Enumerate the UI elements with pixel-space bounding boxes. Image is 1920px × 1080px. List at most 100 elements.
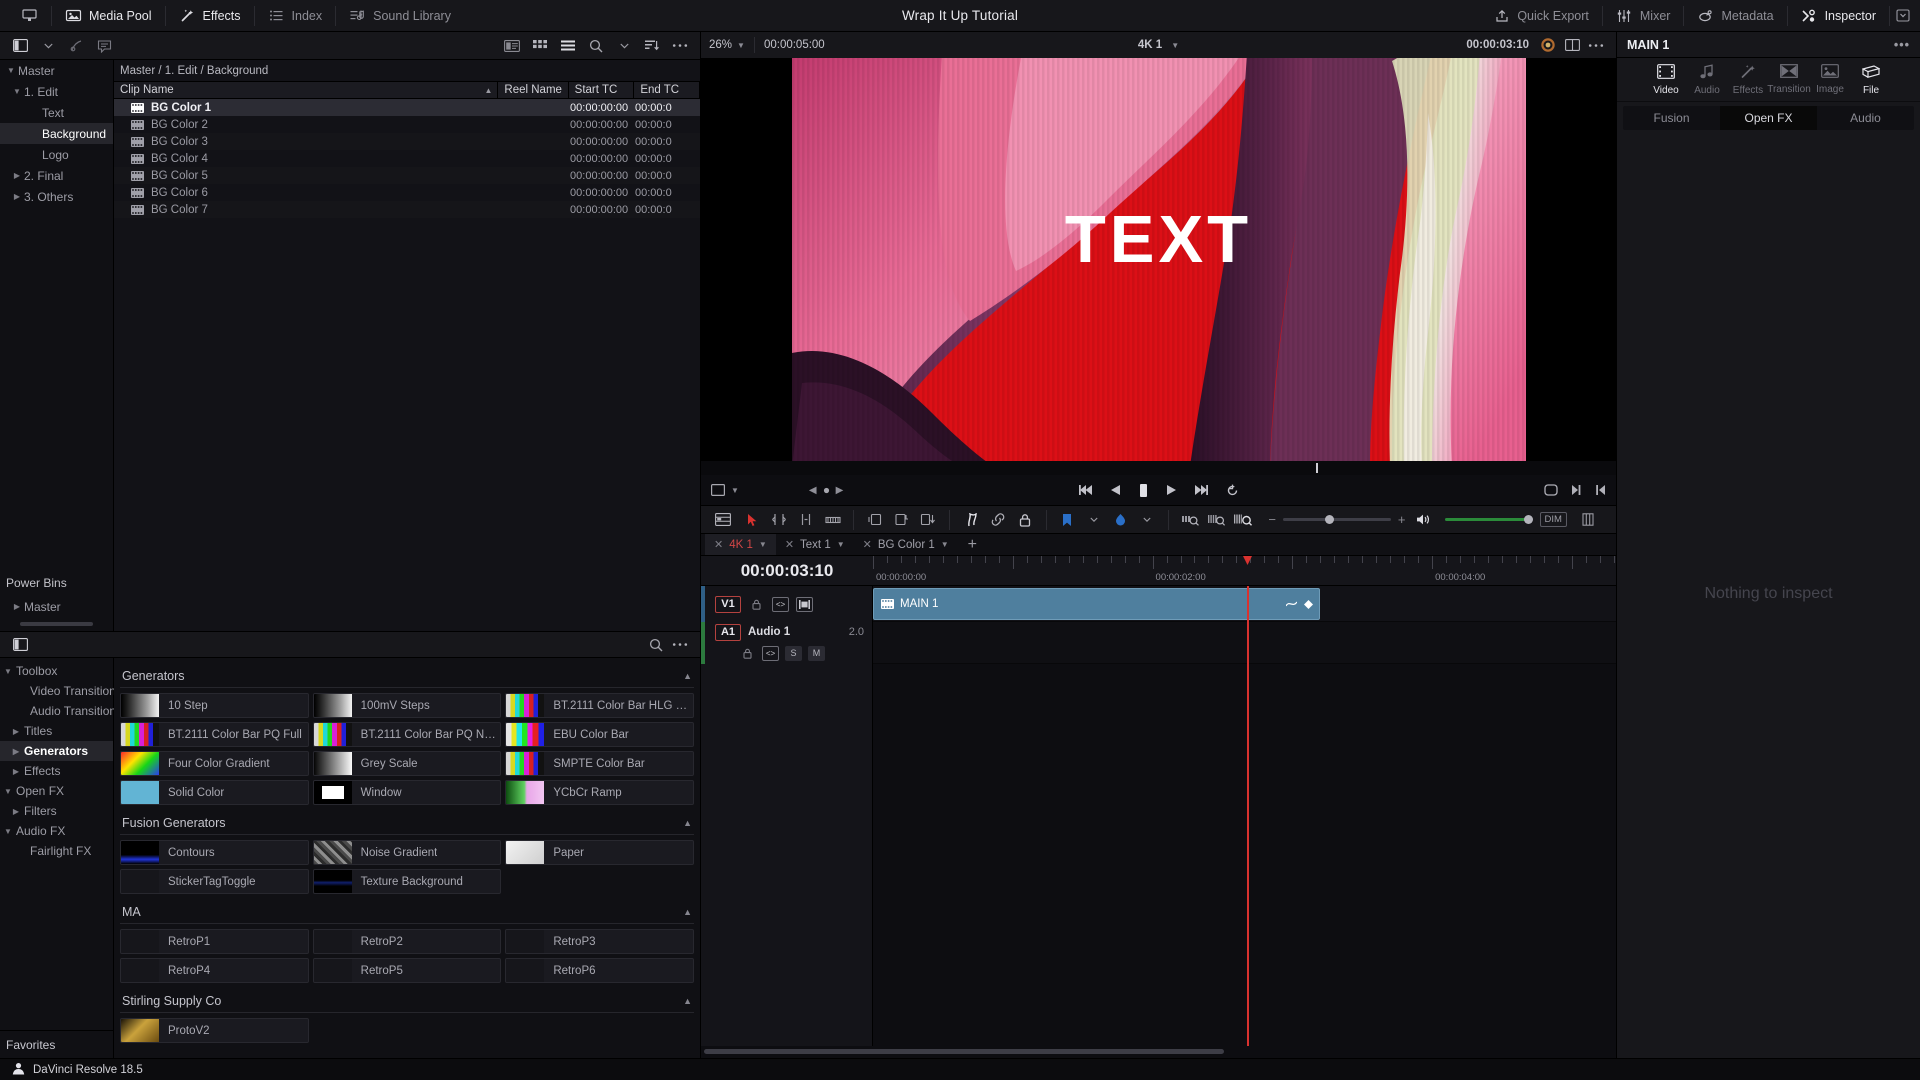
table-row[interactable]: BG Color 5 00:00:00:00 00:00:0 — [114, 167, 700, 184]
effects-tree-item-generators[interactable]: ▶ Generators — [0, 741, 113, 761]
favorites-section[interactable]: Favorites — [0, 1030, 113, 1058]
effect-item-retrop6[interactable]: RetroP6 — [505, 958, 694, 983]
link-clips-icon[interactable] — [986, 510, 1010, 530]
bin-item-text[interactable]: Text — [0, 102, 113, 123]
effect-item-contours[interactable]: Contours — [120, 840, 309, 865]
effect-item-retrop1[interactable]: RetroP1 — [120, 929, 309, 954]
loop-icon[interactable] — [1226, 484, 1239, 497]
track-number-badge[interactable]: V1 — [715, 595, 741, 613]
overwrite-clip-icon[interactable] — [890, 510, 914, 530]
more-options-icon[interactable]: ••• — [1894, 38, 1910, 52]
chevron-down-icon[interactable] — [36, 36, 60, 56]
inspector-tab-image[interactable]: Image — [1811, 64, 1850, 95]
track-name[interactable]: Audio 1 — [748, 626, 790, 638]
effects-group-header[interactable]: Stirling Supply Co ▲ — [120, 991, 694, 1013]
zoom-to-fit-icon[interactable] — [1178, 510, 1202, 530]
timeline-horizontal-scrollbar[interactable] — [701, 1046, 1616, 1058]
effects-tree-item-fairlight-fx[interactable]: Fairlight FX — [0, 841, 113, 861]
effect-item-retrop3[interactable]: RetroP3 — [505, 929, 694, 954]
video-enable-icon[interactable] — [796, 596, 813, 612]
timeline-tab-text-1[interactable]: ✕ Text 1 ▼ — [776, 534, 854, 555]
window-menu-button[interactable] — [1892, 7, 1914, 25]
effects-tree-item-titles[interactable]: ▶ Titles — [0, 721, 113, 741]
lock-icon[interactable] — [739, 646, 756, 661]
jump-to-end-icon[interactable] — [1194, 484, 1209, 496]
effect-item-noise-gradient[interactable]: Noise Gradient — [312, 840, 502, 865]
mixer-button[interactable]: Mixer — [1603, 0, 1684, 31]
effect-item-retrop2[interactable]: RetroP2 — [312, 929, 502, 954]
inspector-tab-audio[interactable]: Audio — [1688, 63, 1727, 96]
viewer-zoom-selector[interactable]: 26% ▼ — [709, 39, 745, 51]
inspector-tab-file[interactable]: File — [1852, 64, 1891, 96]
auto-select-icon[interactable]: <> — [762, 645, 779, 661]
inspector-tab-effects[interactable]: Effects — [1729, 64, 1768, 96]
viewer-scrubber[interactable] — [701, 461, 1616, 475]
audio-meter-icon[interactable] — [1576, 510, 1600, 530]
effects-tree-item-effects[interactable]: ▶ Effects — [0, 761, 113, 781]
inspector-button[interactable]: Inspector — [1788, 0, 1889, 31]
bin-item-2-final[interactable]: ▶ 2. Final — [0, 165, 113, 186]
column-header-start-tc[interactable]: Start TC — [569, 82, 635, 98]
inspector-subtab-openfx[interactable]: Open FX — [1720, 106, 1817, 130]
inspector-subtab-audio[interactable]: Audio — [1817, 106, 1914, 130]
inspector-tab-video[interactable]: Video — [1647, 63, 1686, 96]
close-icon[interactable]: ✕ — [785, 538, 794, 551]
effect-item-four-color-gradient[interactable]: Four Color Gradient — [120, 751, 309, 776]
table-row[interactable]: BG Color 6 00:00:00:00 00:00:0 — [114, 184, 700, 201]
keyframe-curve-icon[interactable] — [1286, 600, 1297, 608]
inspector-tab-transition[interactable]: Transition — [1767, 64, 1811, 95]
media-pool-button[interactable]: Media Pool — [52, 0, 165, 31]
table-row[interactable]: BG Color 3 00:00:00:00 00:00:0 — [114, 133, 700, 150]
comment-icon[interactable] — [92, 36, 116, 56]
effects-tree-item-toolbox[interactable]: ▼ Toolbox — [0, 661, 113, 681]
sidebar-toggle-icon[interactable] — [8, 36, 32, 56]
lock-icon[interactable] — [1013, 510, 1037, 530]
color-wheel-icon[interactable] — [1536, 35, 1560, 55]
close-icon[interactable]: ✕ — [863, 538, 872, 551]
flag-color-icon[interactable] — [1109, 510, 1133, 530]
effects-tree-item-open-fx[interactable]: ▼ Open FX — [0, 781, 113, 801]
search-icon[interactable] — [644, 635, 668, 655]
jump-to-start-icon[interactable] — [1078, 484, 1093, 496]
timeline-zoom-slider[interactable]: − + — [1268, 512, 1405, 527]
timeline-view-options-icon[interactable] — [711, 510, 735, 530]
chevron-down-icon[interactable]: ▼ — [941, 540, 949, 549]
column-header-clip-name[interactable]: Clip Name ▲ — [114, 82, 499, 98]
table-row[interactable]: BG Color 7 00:00:00:00 00:00:0 — [114, 201, 700, 218]
effect-item-grey-scale[interactable]: Grey Scale — [312, 751, 502, 776]
effects-group-header[interactable]: MA ▲ — [120, 902, 694, 924]
effect-item-smpte-color-bar[interactable]: SMPTE Color Bar — [505, 751, 694, 776]
effect-item-texture-background[interactable]: Texture Background — [312, 869, 502, 894]
timeline-playhead[interactable] — [1247, 586, 1249, 1046]
column-header-end-tc[interactable]: End TC — [634, 82, 700, 98]
metadata-view-icon[interactable] — [500, 36, 524, 56]
effects-button[interactable]: Effects — [166, 0, 254, 31]
chevron-down-icon[interactable]: ▼ — [837, 540, 845, 549]
effect-item-window[interactable]: Window — [312, 780, 502, 805]
mute-icon[interactable]: M — [808, 645, 825, 661]
bin-item-1-edit[interactable]: ▼ 1. Edit — [0, 81, 113, 102]
effects-tree-item-audio-fx[interactable]: ▼ Audio FX — [0, 821, 113, 841]
viewer-playhead[interactable] — [1316, 463, 1318, 473]
effect-item-bt-2111-color-bar-hlg-narr-[interactable]: BT.2111 Color Bar HLG Narr... — [505, 693, 694, 718]
bin-horizontal-scrollbar[interactable] — [0, 617, 113, 631]
effect-item-solid-color[interactable]: Solid Color — [120, 780, 309, 805]
index-button[interactable]: Index — [255, 0, 336, 31]
effects-group-header[interactable]: Fusion Generators ▲ — [120, 813, 694, 835]
bin-item-logo[interactable]: Logo — [0, 144, 113, 165]
track-lane-a1[interactable] — [873, 622, 1616, 664]
auto-select-icon[interactable]: <> — [772, 596, 789, 612]
effect-item-protov2[interactable]: ProtoV2 — [120, 1018, 309, 1043]
effect-item-100mv-steps[interactable]: 100mV Steps — [312, 693, 502, 718]
effect-item-retrop4[interactable]: RetroP4 — [120, 958, 309, 983]
effect-item-bt-2111-color-bar-pq-full[interactable]: BT.2111 Color Bar PQ Full — [120, 722, 309, 747]
viewer-canvas-area[interactable]: TEXT — [701, 58, 1616, 461]
track-number-badge[interactable]: A1 — [715, 623, 741, 641]
track-header-v1[interactable]: V1 <> — [701, 586, 872, 622]
table-row[interactable]: BG Color 4 00:00:00:00 00:00:0 — [114, 150, 700, 167]
track-lanes[interactable]: MAIN 1 — [873, 586, 1616, 1046]
zoom-custom-icon[interactable] — [1232, 510, 1256, 530]
solo-icon[interactable]: S — [785, 645, 802, 661]
effect-item-retrop5[interactable]: RetroP5 — [312, 958, 502, 983]
zoom-detail-icon[interactable] — [1205, 510, 1229, 530]
